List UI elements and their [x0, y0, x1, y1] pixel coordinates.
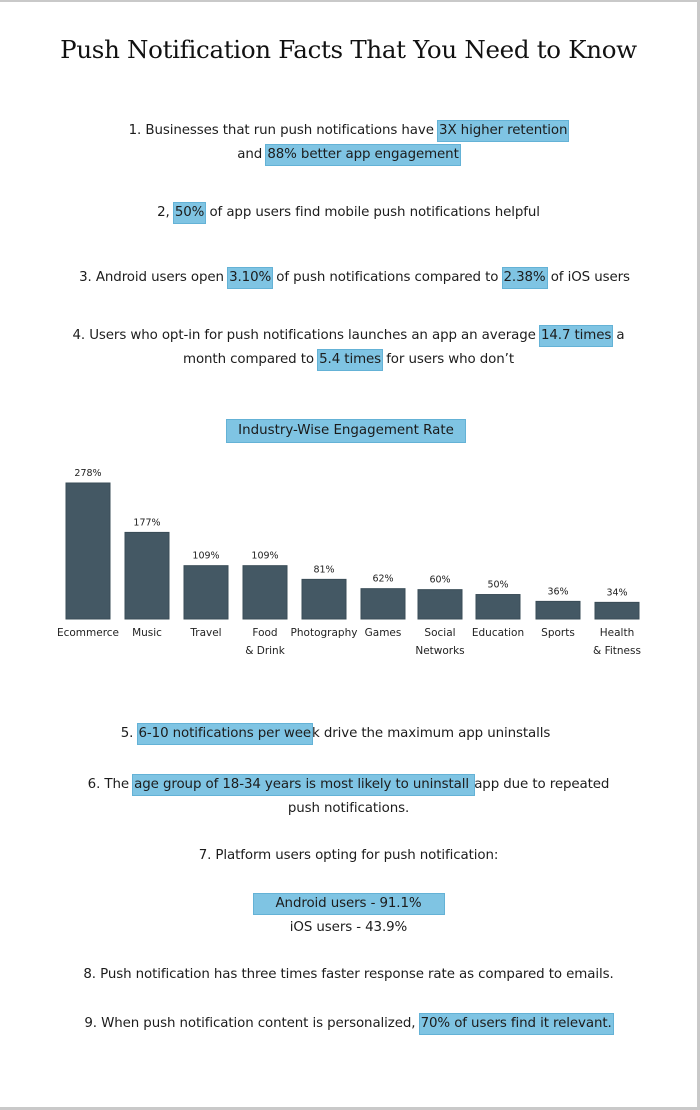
bar-health-fitness [594, 601, 640, 620]
fact-6-text-line2: push notifications. [287, 801, 410, 816]
fact-5-text-post: k drive the maximum app uninstalls [312, 726, 551, 741]
android-optin-highlight: Android users - 91.1% [252, 893, 445, 915]
fact-6-highlight: age group of 18-34 years is most likely … [132, 774, 476, 796]
fact-5-highlight: 6-10 notifications per wee [136, 723, 314, 745]
fact-3-text-mid: of push notifications compared to [272, 270, 503, 285]
fact-3-highlight-ios: 2.38% [501, 267, 548, 289]
category-label: Networks [415, 645, 464, 657]
bar-value-label: 81% [313, 564, 334, 575]
bar-food-drink [242, 565, 288, 620]
fact-3-text: 3. Android users open [79, 270, 229, 285]
bar-value-label: 36% [547, 586, 568, 597]
page-title: Push Notification Facts That You Need to… [60, 35, 637, 64]
category-label: Health [600, 627, 634, 639]
fact-1-text: 1. Businesses that run push notification… [128, 123, 439, 138]
category-label: Education [472, 627, 524, 639]
fact-4-text-post: for users who don’t [382, 352, 514, 367]
fact-7-text: 7. Platform users opting for push notifi… [198, 848, 499, 863]
category-label: Games [365, 627, 402, 639]
bar-value-label: 177% [133, 517, 160, 528]
bar-value-label: 60% [429, 575, 450, 586]
bar-travel [183, 565, 229, 620]
fact-2: 2, 50% of app users find mobile push not… [0, 201, 697, 225]
fact-1-highlight-engagement: 88% better app engagement [265, 144, 461, 166]
category-label: Sports [541, 627, 575, 639]
fact-6-text: 6. The [87, 777, 134, 792]
fact-7-android: Android users - 91.1% [0, 892, 697, 916]
fact-9-text: 9. When push notification content is per… [84, 1016, 420, 1031]
fact-8-text: 8. Push notification has three times fas… [83, 967, 614, 982]
fact-1-highlight-retention: 3X higher retention [437, 120, 570, 142]
fact-5-text: 5. [120, 726, 138, 741]
fact-1-text-2: and [237, 147, 267, 162]
fact-3: 3. Android users open 3.10% of push noti… [12, 266, 697, 290]
bar-value-label: 34% [606, 587, 627, 598]
category-label: Travel [189, 627, 221, 639]
bar-sports [535, 600, 581, 620]
bar-education [475, 594, 521, 620]
fact-7: 7. Platform users opting for push notifi… [0, 844, 697, 868]
bar-value-label: 50% [487, 580, 508, 591]
fact-2-highlight: 50% [172, 202, 207, 224]
category-label: Music [132, 627, 162, 639]
ios-optin-text: iOS users - 43.9% [289, 920, 408, 935]
fact-2-text-post: of app users find mobile push notificati… [205, 205, 540, 220]
fact-5: 5. 6-10 notifications per week drive the… [0, 722, 697, 746]
fact-8: 8. Push notification has three times fas… [0, 963, 697, 987]
bar-ecommerce [65, 482, 111, 620]
fact-4-highlight-optout: 5.4 times [317, 349, 384, 371]
bar-photography [301, 578, 347, 620]
fact-6-text-post: app due to repeated [474, 777, 610, 792]
fact-3-text-post: of iOS users [546, 270, 630, 285]
bar-value-label: 109% [192, 551, 219, 562]
fact-9-highlight: 70% of users find it relevant. [418, 1013, 614, 1035]
category-label: & Drink [245, 645, 285, 657]
chart-title: Industry-Wise Engagement Rate [226, 419, 466, 443]
fact-7-ios: iOS users - 43.9% [0, 916, 697, 940]
fact-4-text-line2: month compared to [183, 352, 319, 367]
fact-2-text: 2, [157, 205, 174, 220]
fact-4-text-mid: a [612, 328, 625, 343]
fact-4-text: 4. Users who opt-in for push notificatio… [72, 328, 540, 343]
bar-games [360, 588, 406, 620]
bar-music [124, 531, 170, 620]
bar-value-label: 109% [251, 551, 278, 562]
fact-3-highlight-android: 3.10% [227, 267, 274, 289]
bar-value-label: 62% [372, 574, 393, 585]
category-label: Photography [291, 627, 358, 639]
category-label: Food [252, 627, 277, 639]
category-label: Ecommerce [57, 627, 119, 639]
fact-6: 6. The age group of 18-34 years is most … [0, 773, 697, 821]
fact-4-highlight-optin: 14.7 times [538, 325, 614, 347]
fact-1: 1. Businesses that run push notification… [0, 119, 697, 167]
bar-social-networks [417, 589, 463, 620]
infographic-page: Push Notification Facts That You Need to… [0, 0, 700, 1110]
fact-4: 4. Users who opt-in for push notificatio… [0, 324, 697, 372]
fact-9: 9. When push notification content is per… [0, 1012, 697, 1036]
bar-value-label: 278% [74, 468, 101, 479]
category-label: Social [424, 627, 455, 639]
category-label: & Fitness [593, 645, 641, 657]
engagement-bar-chart: 278% Ecommerce 177% Music 109% Travel 109% Food… [57, 468, 641, 657]
